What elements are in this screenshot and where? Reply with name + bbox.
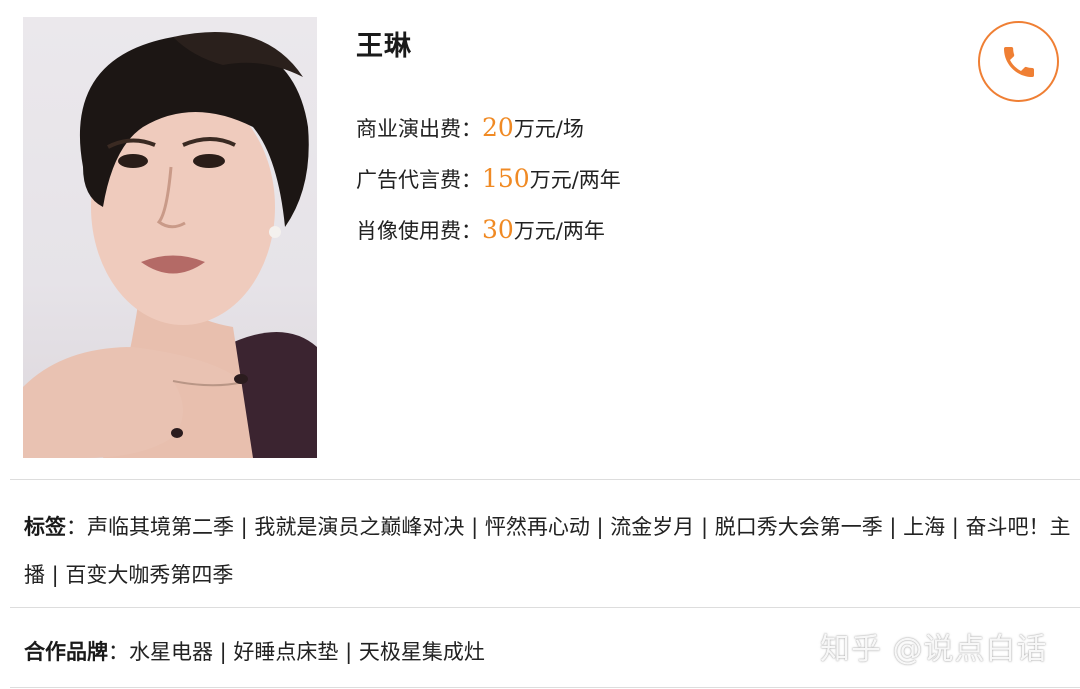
fee-unit: 万元/两年 <box>513 219 605 243</box>
fee-unit: 万元/场 <box>513 117 584 141</box>
fee-label: 广告代言费： <box>356 168 482 192</box>
fee-label: 肖像使用费： <box>356 219 482 243</box>
fee-amount: 20 <box>482 113 514 142</box>
artist-photo <box>23 17 317 458</box>
fee-row-portrait: 肖像使用费：30万元/两年 <box>356 215 605 245</box>
divider <box>10 687 1080 688</box>
brands-label: 合作品牌 <box>24 640 108 664</box>
fee-row-performance: 商业演出费：20万元/场 <box>356 113 584 143</box>
artist-profile-page: 王琳 商业演出费：20万元/场 广告代言费：150万元/两年 肖像使用费：30万… <box>0 0 1080 689</box>
call-button[interactable] <box>978 21 1059 102</box>
phone-icon <box>1003 46 1034 77</box>
brands-separator: ： <box>108 640 129 664</box>
divider <box>10 479 1080 480</box>
tags-row: 标签：声临其境第二季 | 我就是演员之巅峰对决 | 怦然再心动 | 流金岁月 |… <box>24 503 1076 599</box>
fee-amount: 150 <box>482 164 530 193</box>
tags-label: 标签 <box>24 515 66 539</box>
tags-separator: ： <box>66 515 87 539</box>
tags-text: 声临其境第二季 | 我就是演员之巅峰对决 | 怦然再心动 | 流金岁月 | 脱口… <box>24 515 1071 587</box>
fee-row-endorsement: 广告代言费：150万元/两年 <box>356 164 621 194</box>
brands-text: 水星电器 | 好睡点床垫 | 天极星集成灶 <box>129 640 485 664</box>
fee-label: 商业演出费： <box>356 117 482 141</box>
fee-amount: 30 <box>482 215 514 244</box>
brands-row: 合作品牌：水星电器 | 好睡点床垫 | 天极星集成灶 <box>24 636 485 666</box>
watermark: 知乎 @说点白话 <box>820 632 1048 667</box>
fee-unit: 万元/两年 <box>529 168 621 192</box>
divider <box>10 607 1080 608</box>
artist-name: 王琳 <box>356 31 412 62</box>
